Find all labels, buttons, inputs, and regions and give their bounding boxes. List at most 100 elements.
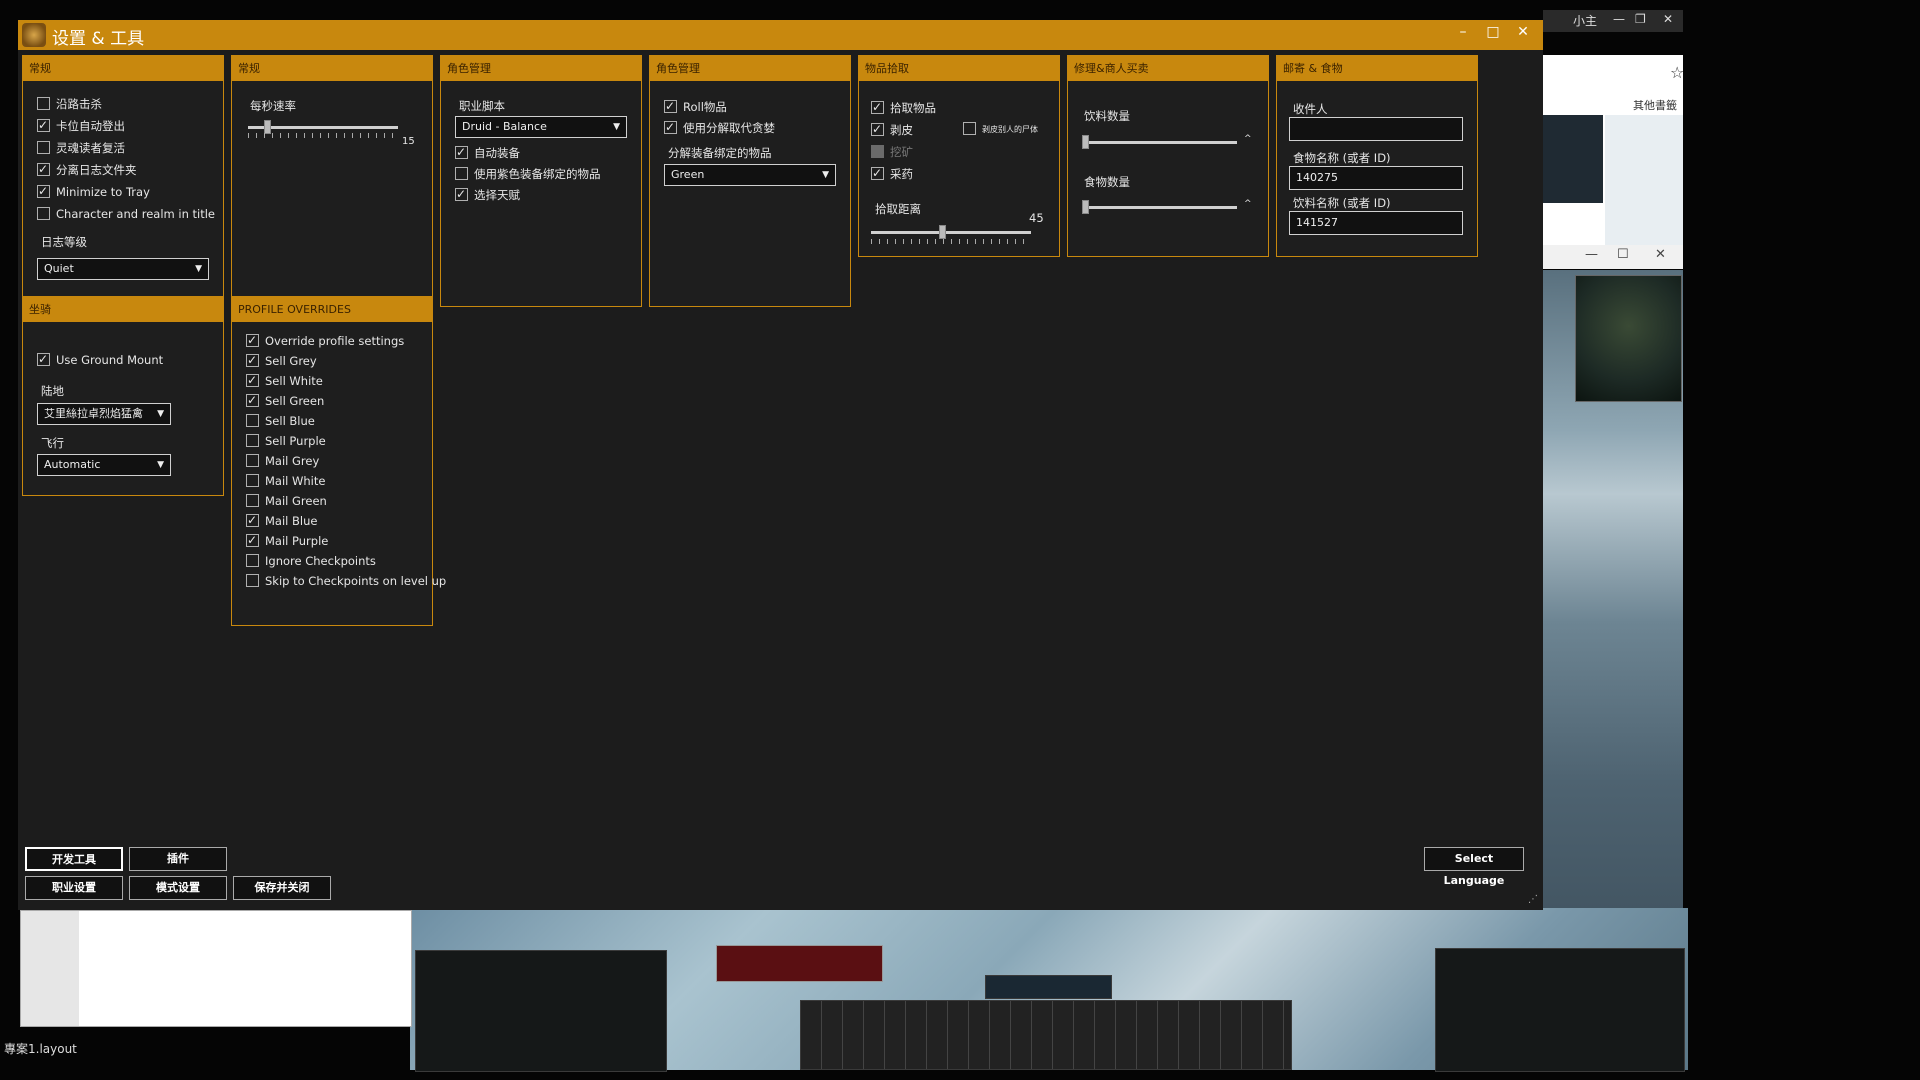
window-titlebar[interactable]: 设置 & 工具 – □ ✕ <box>18 20 1543 50</box>
checkbox-sell-blue[interactable]: Sell Blue <box>246 413 315 429</box>
checkbox-label: 挖矿 <box>890 145 913 159</box>
checkbox-sell-green[interactable]: Sell Green <box>246 392 324 409</box>
checkbox-skip-checkpoints[interactable]: Skip to Checkpoints on level up <box>246 573 446 589</box>
checkbox-sell-white[interactable]: Sell White <box>246 372 323 389</box>
checkbox-ignore-checkpoints[interactable]: Ignore Checkpoints <box>246 553 376 569</box>
checkbox-box[interactable] <box>246 392 259 408</box>
checkbox-box[interactable] <box>246 474 259 487</box>
checkbox-mail-green[interactable]: Mail Green <box>246 493 327 509</box>
checkbox-box[interactable] <box>246 554 259 567</box>
panel-header: 坐骑 <box>23 297 223 322</box>
checkbox-box[interactable] <box>37 207 50 220</box>
checkbox-box[interactable] <box>246 574 259 587</box>
plugins-button[interactable]: 插件 <box>129 847 227 871</box>
slider-thumb[interactable] <box>1082 135 1089 149</box>
class-script-select[interactable]: Druid - Balance ▼ <box>455 116 627 138</box>
checkbox-auto-equip[interactable]: 自动装备 <box>455 144 520 161</box>
flying-mount-select[interactable]: Automatic ▼ <box>37 454 171 476</box>
checkbox-box[interactable] <box>963 122 976 135</box>
slider-thumb[interactable] <box>264 120 271 134</box>
close-icon[interactable]: ✕ <box>1655 247 1666 262</box>
browser-page-side-area <box>1605 115 1683 245</box>
checkbox-box[interactable] <box>664 119 677 135</box>
checkbox-use-epic-boe[interactable]: 使用紫色装备绑定的物品 <box>455 166 601 182</box>
checkbox-box[interactable] <box>455 167 468 180</box>
checkbox-mining[interactable]: 挖矿 <box>871 144 913 160</box>
checkbox-roll-items[interactable]: Roll物品 <box>664 98 727 115</box>
checkbox-mail-purple[interactable]: Mail Purple <box>246 532 328 549</box>
panel-mail-food: 邮寄 & 食物 收件人 食物名称 (或者 ID) 140275 饮料名称 (或者… <box>1276 55 1478 257</box>
resize-grip-icon[interactable]: ⋰ <box>1528 894 1538 905</box>
checkbox-sell-grey[interactable]: Sell Grey <box>246 352 317 369</box>
checkbox-box[interactable] <box>871 145 884 158</box>
slider-thumb[interactable] <box>939 225 946 239</box>
checkbox-minimize-tray[interactable]: Minimize to Tray <box>37 183 150 200</box>
checkbox-herbalism[interactable]: 采药 <box>871 165 913 182</box>
checkbox-box[interactable] <box>37 141 50 154</box>
checkbox-box[interactable] <box>246 512 259 528</box>
maximize-icon[interactable]: □ <box>1482 24 1504 40</box>
class-settings-button[interactable]: 职业设置 <box>25 876 123 900</box>
checkbox-box[interactable] <box>246 372 259 388</box>
checkbox-box[interactable] <box>246 332 259 348</box>
loot-range-slider[interactable] <box>871 231 1031 234</box>
checkbox-mail-white[interactable]: Mail White <box>246 473 325 489</box>
checkbox-disenchant-over-greed[interactable]: 使用分解取代贪婪 <box>664 119 775 136</box>
checkbox-stuck-logout[interactable]: 卡位自动登出 <box>37 117 125 134</box>
checkbox-box[interactable] <box>37 183 50 199</box>
restore-icon[interactable]: ❐ <box>1635 12 1646 26</box>
save-close-button[interactable]: 保存并关闭 <box>233 876 331 900</box>
slider-thumb[interactable] <box>1082 200 1089 214</box>
food-name-input[interactable]: 140275 <box>1289 166 1463 190</box>
checkbox-skinning[interactable]: 剥皮 <box>871 121 913 138</box>
checkbox-box[interactable] <box>37 351 50 367</box>
minimize-icon[interactable]: – <box>1452 24 1474 40</box>
checkbox-box[interactable] <box>246 352 259 368</box>
checkbox-box[interactable] <box>246 454 259 467</box>
checkbox-box[interactable] <box>246 494 259 507</box>
checkbox-use-ground-mount[interactable]: Use Ground Mount <box>37 351 163 368</box>
food-count-slider[interactable] <box>1082 206 1237 209</box>
bookmark-folder[interactable]: 其他書籤 <box>1633 97 1677 113</box>
checkbox-box[interactable] <box>664 98 677 114</box>
checkbox-choose-talents[interactable]: 选择天赋 <box>455 186 520 203</box>
checkbox-box[interactable] <box>871 121 884 137</box>
checkbox-box[interactable] <box>37 117 50 133</box>
checkbox-spirit-healer[interactable]: 灵魂读者复活 <box>37 140 125 156</box>
checkbox-mail-grey[interactable]: Mail Grey <box>246 453 319 469</box>
mode-settings-button[interactable]: 模式设置 <box>129 876 227 900</box>
select-language-button[interactable]: Select Language <box>1424 847 1524 887</box>
checkbox-box[interactable] <box>246 414 259 427</box>
disenchant-select[interactable]: Green ▼ <box>664 164 836 186</box>
drink-name-input[interactable]: 141527 <box>1289 211 1463 235</box>
close-icon[interactable]: ✕ <box>1663 12 1673 26</box>
background-window-titlebar: 小主 — ❐ ✕ <box>1543 10 1683 32</box>
checkbox-box[interactable] <box>37 161 50 177</box>
recipient-input[interactable] <box>1289 117 1463 141</box>
star-icon[interactable]: ☆ <box>1670 63 1684 82</box>
checkbox-box[interactable] <box>871 99 884 115</box>
log-level-select[interactable]: Quiet ▼ <box>37 258 209 280</box>
dev-tools-button[interactable]: 开发工具 <box>25 847 123 871</box>
maximize-icon[interactable]: ☐ <box>1617 247 1629 262</box>
checkbox-char-in-title[interactable]: Character and realm in title <box>37 206 215 222</box>
checkbox-sell-purple[interactable]: Sell Purple <box>246 433 326 449</box>
checkbox-box[interactable] <box>455 186 468 202</box>
close-icon[interactable]: ✕ <box>1512 24 1534 40</box>
class-script-label: 职业脚本 <box>459 99 505 113</box>
checkbox-box[interactable] <box>246 532 259 548</box>
checkbox-box[interactable] <box>871 165 884 181</box>
checkbox-box[interactable] <box>246 434 259 447</box>
checkbox-skin-others[interactable]: 剥皮别人的尸体 <box>963 122 1038 138</box>
checkbox-separate-logs[interactable]: 分离日志文件夹 <box>37 161 137 178</box>
checkbox-loot-items[interactable]: 拾取物品 <box>871 99 936 116</box>
checkbox-mail-blue[interactable]: Mail Blue <box>246 512 317 529</box>
checkbox-box[interactable] <box>455 144 468 160</box>
minimize-icon[interactable]: — <box>1585 247 1598 262</box>
checkbox-kill-along-path[interactable]: 沿路击杀 <box>37 96 102 112</box>
minimize-icon[interactable]: — <box>1613 12 1625 26</box>
checkbox-override-profile[interactable]: Override profile settings <box>246 332 404 349</box>
drink-count-slider[interactable] <box>1082 141 1237 144</box>
ground-mount-select[interactable]: 艾里絲拉卓烈焰猛禽 ▼ <box>37 403 171 425</box>
checkbox-box[interactable] <box>37 97 50 110</box>
